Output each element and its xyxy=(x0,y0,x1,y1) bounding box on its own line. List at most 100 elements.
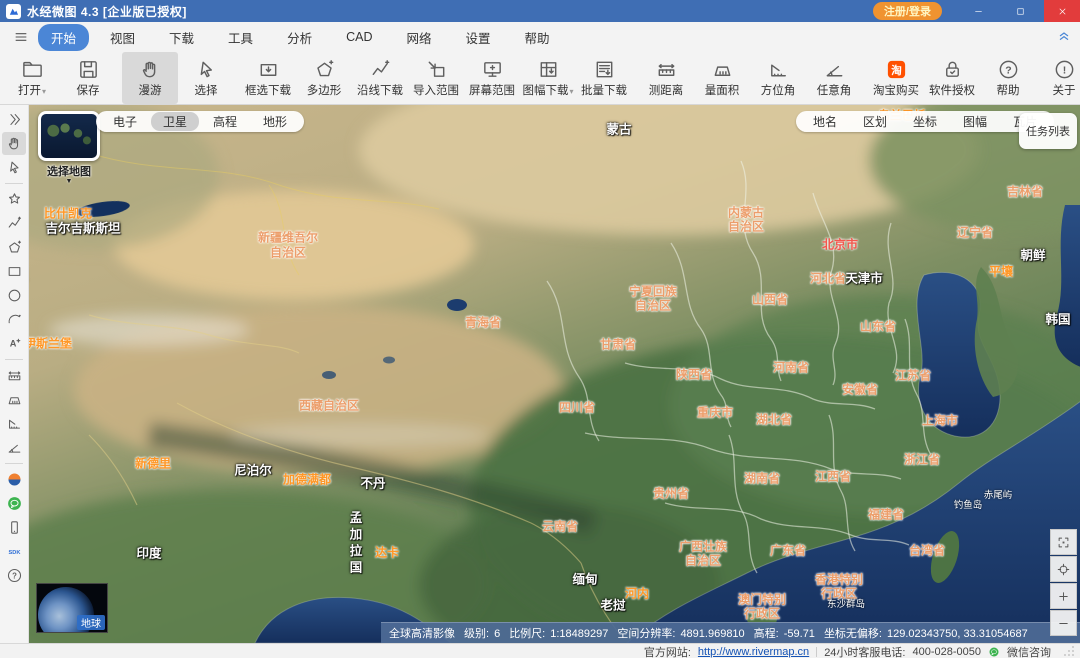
menu-analysis[interactable]: 分析 xyxy=(274,24,325,51)
sidebar-circle-tool-button[interactable] xyxy=(2,284,26,307)
toolbar-azimuth-button[interactable]: 方位角 xyxy=(750,52,806,104)
sidebar-select-tool-button[interactable] xyxy=(2,156,26,179)
sidebar-help-button[interactable]: ? xyxy=(2,564,26,587)
toolbar-button-label: 软件授权 xyxy=(929,85,975,97)
menu-view[interactable]: 视图 xyxy=(97,24,148,51)
sidebar-polyline-tool-button[interactable] xyxy=(2,212,26,235)
resize-grip[interactable] xyxy=(1064,645,1074,658)
ruler-icon xyxy=(655,58,678,81)
zoom-in-button[interactable] xyxy=(1050,583,1077,609)
map-source-thumbnail[interactable] xyxy=(38,111,100,161)
toolbar-any-angle-button[interactable]: 任意角 xyxy=(806,52,862,104)
toolbar-import-range-button[interactable]: 导入范围 xyxy=(408,52,464,104)
overlay-tab-placenames[interactable]: 地名 xyxy=(801,112,849,131)
toolbar-about-button[interactable]: ! 关于 xyxy=(1036,52,1080,104)
sidebar-expand-panel-button[interactable] xyxy=(2,108,26,131)
close-button[interactable] xyxy=(1044,0,1080,22)
menu-help[interactable]: 帮助 xyxy=(512,24,563,51)
toolbar-box-download-button[interactable]: 框选下载 xyxy=(240,52,296,104)
polyline-icon xyxy=(369,58,392,81)
cursor-icon xyxy=(6,159,23,176)
toolbar-measure-distance-button[interactable]: 测距离 xyxy=(638,52,694,104)
zoom-out-button[interactable] xyxy=(1050,610,1077,636)
sidebar-pan-tool-button[interactable] xyxy=(2,132,26,155)
sidebar-mobile-app-button[interactable] xyxy=(2,516,26,539)
earth-overview-thumbnail[interactable]: 地球 xyxy=(36,583,108,633)
menu-network[interactable]: 网络 xyxy=(393,24,444,51)
svg-text:淘: 淘 xyxy=(891,64,902,77)
toolbar-taobao-buy-button[interactable]: 淘淘宝购买 xyxy=(868,52,924,104)
map-viewport[interactable]: 蒙古乌兰巴托比什凯克吉尔吉斯斯坦斯坦新疆维吾尔自治区北京市朝鲜平壤辽宁省吉林省内… xyxy=(29,105,1080,643)
sidebar-lasso-tool-button[interactable] xyxy=(2,188,26,211)
toolbar-batch-download-button[interactable]: 批量下载 xyxy=(576,52,632,104)
toolbar-measure-area-button[interactable]: 量面积 xyxy=(694,52,750,104)
menu-settings[interactable]: 设置 xyxy=(453,24,504,51)
sidebar-any-angle-button[interactable] xyxy=(2,436,26,459)
toolbar-open-button[interactable]: 打开▾ xyxy=(4,52,60,104)
toolbar-sheet-download-button[interactable]: 图幅下载▾ xyxy=(520,52,576,104)
toolbar-pan-button[interactable]: 漫游 xyxy=(122,52,178,104)
star-icon xyxy=(6,191,23,208)
official-site-link[interactable]: http://www.rivermap.cn xyxy=(698,646,809,658)
about-icon: ! xyxy=(1053,58,1076,81)
wechat-consult-label[interactable]: 微信咨询 xyxy=(1007,644,1051,658)
task-list-button[interactable]: 任务列表 xyxy=(1019,113,1077,149)
toolbar-screen-range-button[interactable]: 屏幕范围 xyxy=(464,52,520,104)
sidebar-measure-distance-button[interactable] xyxy=(2,364,26,387)
dropdown-caret-icon: ▾ xyxy=(569,87,574,96)
sidebar-rivermap-logo-button[interactable] xyxy=(2,468,26,491)
overlay-tab-districts[interactable]: 区划 xyxy=(851,112,899,131)
toolbar-button-label: 关于 xyxy=(1052,85,1076,97)
toolbar-help-button[interactable]: ? 帮助 xyxy=(980,52,1036,104)
status-value: 6 xyxy=(494,628,501,640)
anyangle-icon xyxy=(6,439,23,456)
maximize-button[interactable] xyxy=(1002,0,1038,22)
layer-tab-terrain[interactable]: 地形 xyxy=(251,112,299,131)
toolbar-button-label: 沿线下载 xyxy=(357,85,403,97)
layer-tab-vector[interactable]: 电子 xyxy=(101,112,149,131)
sidebar-sdk-button[interactable]: SDK xyxy=(2,540,26,563)
hamburger-menu-icon[interactable] xyxy=(8,29,34,45)
toolbar-button-label: 选择 xyxy=(194,85,218,97)
collapse-ribbon-icon[interactable] xyxy=(1056,27,1072,48)
sidebar-rectangle-tool-button[interactable] xyxy=(2,260,26,283)
layer-tab-satellite[interactable]: 卫星 xyxy=(151,112,200,131)
fit-extent-button[interactable] xyxy=(1050,529,1077,555)
locate-button[interactable] xyxy=(1050,556,1077,582)
menu-start[interactable]: 开始 xyxy=(38,23,90,51)
sidebar-text-tool-button[interactable]: A xyxy=(2,332,26,355)
toolbar: 打开▾ 保存 漫游 选择 框选下载 多边形 沿线下载 导入范围 屏幕范围 图幅下载▾ 批量下载 测距离… xyxy=(0,52,1080,105)
menu-tools[interactable]: 工具 xyxy=(215,24,266,51)
toolbar-select-button[interactable]: 选择 xyxy=(178,52,234,104)
toolbar-button-label: 淘宝购买 xyxy=(873,85,919,97)
sidebar-azimuth-button[interactable] xyxy=(2,412,26,435)
toolbar-button-label: 屏幕范围 xyxy=(469,85,515,97)
overlay-tab-coordinates[interactable]: 坐标 xyxy=(901,112,949,131)
screen-icon xyxy=(481,58,504,81)
minimize-button[interactable] xyxy=(960,0,996,22)
toolbar-license-button[interactable]: 软件授权 xyxy=(924,52,980,104)
sidebar-polygon-tool-button[interactable] xyxy=(2,236,26,259)
menu-download[interactable]: 下载 xyxy=(156,24,207,51)
menu-cad[interactable]: CAD xyxy=(333,26,385,48)
layer-tab-elevation[interactable]: 高程 xyxy=(201,112,249,131)
toolbar-button-label: 帮助 xyxy=(996,85,1020,97)
satellite-imagery xyxy=(29,105,1080,643)
locate-icon xyxy=(1056,562,1071,577)
circle-icon xyxy=(6,287,23,304)
toolbar-button-label: 打开▾ xyxy=(17,85,46,97)
overlay-tab-sheets[interactable]: 图幅 xyxy=(951,112,999,131)
caret-down-icon: ▼ xyxy=(65,178,73,185)
sidebar-measure-area-button[interactable] xyxy=(2,388,26,411)
toolbar-along-line-download-button[interactable]: 沿线下载 xyxy=(352,52,408,104)
sidebar-arc-tool-button[interactable] xyxy=(2,308,26,331)
layer-type-tabs: 电子 卫星 高程 地形 xyxy=(96,111,305,132)
svg-text:?: ? xyxy=(1005,64,1011,76)
map-source-picker[interactable]: 选择地图 ▼ xyxy=(37,111,101,185)
sidebar-divider xyxy=(5,359,23,360)
toolbar-polygon-download-button[interactable]: 多边形 xyxy=(296,52,352,104)
sidebar-wechat-button[interactable] xyxy=(2,492,26,515)
main-area: A SDK? 蒙古 比什凯克 吉尔吉斯斯坦 新疆维吾尔 自治区 北京市 朝鲜 平… xyxy=(0,105,1080,643)
register-login-button[interactable]: 注册/登录 xyxy=(872,2,942,20)
toolbar-save-button[interactable]: 保存 xyxy=(60,52,116,104)
